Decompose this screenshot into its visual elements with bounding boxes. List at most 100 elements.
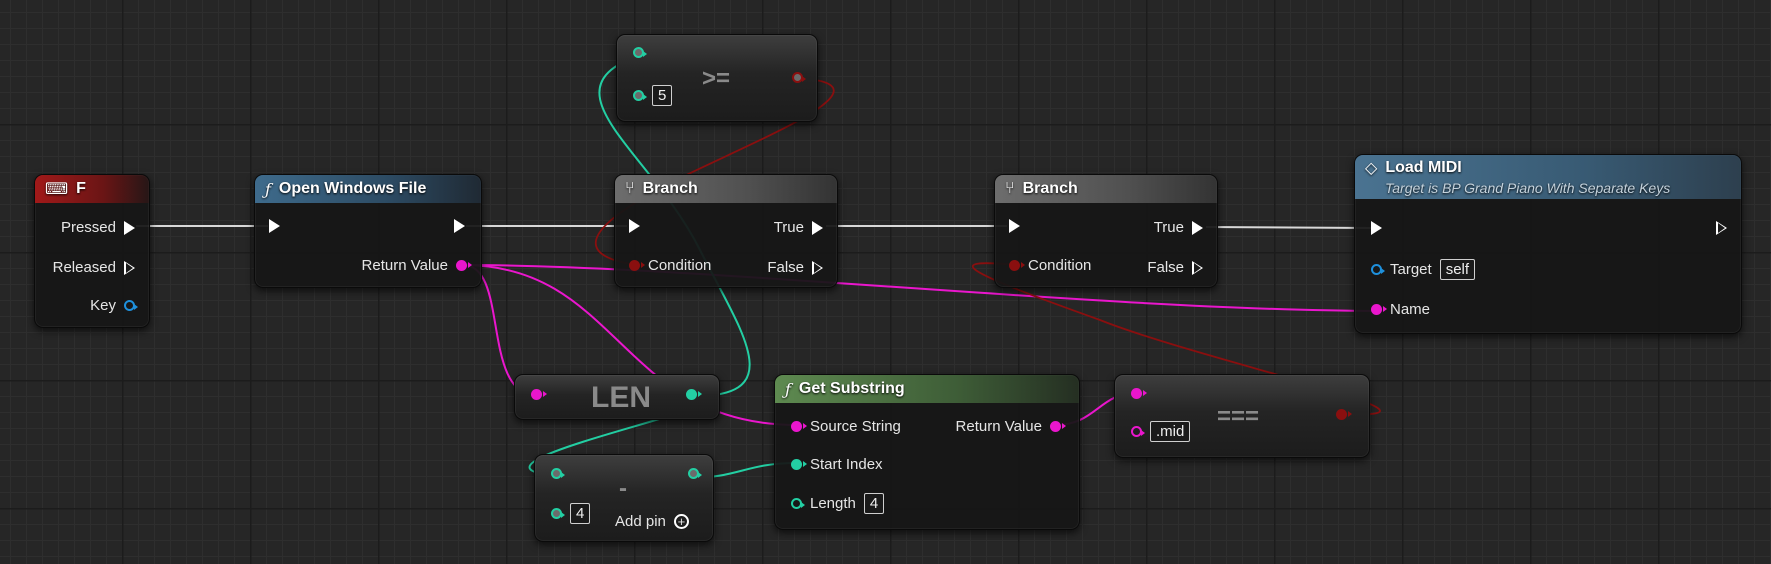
string-pin-icon[interactable] (456, 260, 472, 271)
string-pin-icon[interactable] (1131, 388, 1147, 399)
function-icon: ƒ (265, 179, 271, 199)
substring-return-pin[interactable]: Return Value (955, 418, 1066, 435)
branch-node-1[interactable]: ⑂ Branch True Condition False (614, 174, 838, 288)
target-value-field[interactable]: self (1439, 259, 1476, 280)
ge-a-pin[interactable] (633, 47, 647, 58)
source-string-label: Source String (810, 418, 901, 435)
string-pin-icon[interactable] (1371, 304, 1387, 315)
condition-label: Condition (1028, 257, 1092, 274)
branch-1-false-pin[interactable]: False (767, 259, 823, 276)
load-midi-exec-in-pin[interactable] (1371, 221, 1382, 235)
exec-out-pin[interactable] (454, 219, 465, 233)
len-in-pin[interactable] (531, 389, 547, 400)
int-pin-icon[interactable] (791, 459, 807, 470)
source-string-pin[interactable]: Source String (791, 418, 901, 435)
key-pin[interactable]: Key (90, 297, 138, 314)
exec-pin-icon[interactable] (124, 260, 135, 275)
branch-1-title: Branch (642, 180, 698, 197)
branch-1-exec-in-pin[interactable] (629, 219, 640, 233)
branch-2-condition-pin[interactable]: Condition (1009, 257, 1091, 274)
branch-2-true-pin[interactable]: True (1154, 219, 1203, 236)
branch-node-2[interactable]: ⑂ Branch True Condition False (994, 174, 1218, 288)
start-index-pin[interactable]: Start Index (791, 456, 883, 473)
return-value-label: Return Value (955, 418, 1042, 435)
add-pin-label: Add pin (615, 513, 666, 530)
key-event-node[interactable]: ⌨ F Pressed Released Key (34, 174, 150, 328)
length-value-field[interactable]: 4 (863, 493, 885, 514)
string-pin-icon[interactable] (1050, 421, 1066, 432)
exec-pin-icon[interactable] (269, 219, 280, 233)
subtract-b-value-field[interactable]: 4 (570, 503, 591, 524)
exec-in-pin[interactable] (269, 219, 280, 233)
subtract-node[interactable]: 4 - Add pin + (534, 454, 714, 542)
len-node[interactable]: LEN (514, 374, 720, 420)
int-pin-icon[interactable] (686, 389, 702, 400)
load-midi-name-pin[interactable]: Name (1371, 301, 1430, 318)
get-substring-node[interactable]: ƒ Get Substring Source String Return Val… (774, 374, 1080, 530)
equal-a-pin[interactable] (1131, 388, 1147, 399)
greater-equal-node[interactable]: 5 >= (616, 34, 818, 122)
return-value-label: Return Value (361, 257, 448, 274)
len-out-pin[interactable] (686, 389, 702, 400)
int-pin-icon[interactable] (791, 498, 805, 509)
exec-pin-icon[interactable] (1371, 221, 1382, 235)
int-pin-icon[interactable] (688, 468, 702, 479)
string-pin-icon[interactable] (1131, 426, 1145, 437)
ge-b-value-field[interactable]: 5 (652, 85, 673, 106)
load-midi-target-pin[interactable]: Target self (1371, 259, 1476, 280)
branch-icon: ⑂ (625, 180, 635, 197)
exec-pin-icon[interactable] (1192, 220, 1203, 235)
length-label: Length (810, 495, 856, 512)
string-pin-icon[interactable] (791, 421, 807, 432)
object-pin-icon[interactable] (1371, 264, 1385, 275)
branch-1-condition-pin[interactable]: Condition (629, 257, 711, 274)
ge-operator-label: >= (702, 65, 731, 92)
branch-2-exec-in-pin[interactable] (1009, 219, 1020, 233)
load-midi-node[interactable]: ◇ Load MIDI Target is BP Grand Piano Wit… (1354, 154, 1742, 334)
exec-pin-icon[interactable] (812, 220, 823, 235)
exec-pin-icon[interactable] (124, 220, 135, 235)
load-midi-exec-out-pin[interactable] (1716, 221, 1727, 235)
released-pin[interactable]: Released (53, 259, 135, 276)
length-pin[interactable]: Length 4 (791, 493, 885, 514)
get-substring-title: Get Substring (798, 380, 905, 397)
int-pin-icon[interactable] (633, 47, 647, 58)
struct-pin-icon[interactable] (124, 300, 138, 311)
open-windows-file-node[interactable]: ƒ Open Windows File Return Value (254, 174, 482, 288)
branch-1-true-pin[interactable]: True (774, 219, 823, 236)
true-label: True (773, 219, 804, 236)
exec-pin-icon[interactable] (1192, 260, 1203, 275)
ge-b-pin[interactable]: 5 (633, 85, 673, 106)
exec-pin-icon[interactable] (454, 219, 465, 233)
exec-pin-icon[interactable] (629, 219, 640, 233)
bool-pin-icon[interactable] (1336, 409, 1352, 420)
bool-pin-icon[interactable] (1009, 260, 1025, 271)
branch-icon: ⑂ (1005, 180, 1015, 197)
string-pin-icon[interactable] (531, 389, 547, 400)
string-equal-node[interactable]: .mid === (1114, 374, 1370, 458)
equal-result-pin[interactable] (1336, 409, 1352, 420)
int-pin-icon[interactable] (633, 90, 647, 101)
bool-pin-icon[interactable] (629, 260, 645, 271)
bool-pin-icon[interactable] (792, 72, 806, 83)
equal-b-pin[interactable]: .mid (1131, 421, 1191, 442)
ge-result-pin[interactable] (792, 72, 806, 83)
add-pin-button[interactable]: Add pin + (615, 513, 689, 530)
pressed-pin[interactable]: Pressed (61, 219, 135, 236)
subtract-a-pin[interactable] (551, 468, 565, 479)
branch-2-header: ⑂ Branch (995, 175, 1217, 203)
exec-pin-icon[interactable] (812, 260, 823, 275)
equal-b-value-field[interactable]: .mid (1150, 421, 1191, 442)
int-pin-icon[interactable] (551, 508, 565, 519)
start-index-label: Start Index (810, 456, 883, 473)
subtract-out-pin[interactable] (688, 468, 702, 479)
subtract-b-pin[interactable]: 4 (551, 503, 591, 524)
false-label: False (767, 259, 804, 276)
branch-2-false-pin[interactable]: False (1147, 259, 1203, 276)
exec-pin-icon[interactable] (1009, 219, 1020, 233)
subtract-operator-label: - (619, 475, 627, 502)
int-pin-icon[interactable] (551, 468, 565, 479)
return-value-pin[interactable]: Return Value (361, 257, 472, 274)
exec-pin-icon[interactable] (1716, 221, 1727, 235)
add-pin-plus-icon[interactable]: + (673, 514, 689, 529)
